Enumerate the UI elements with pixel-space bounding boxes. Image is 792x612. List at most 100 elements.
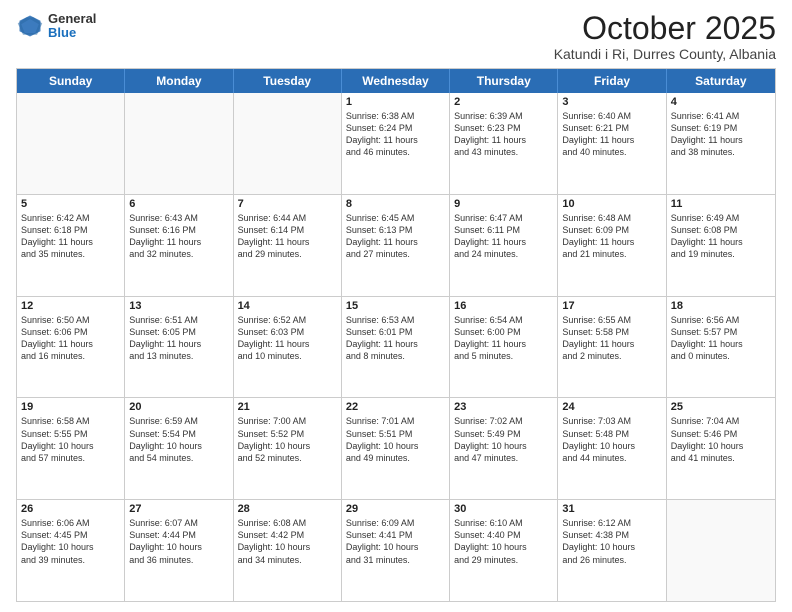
day-cell-26: 26 Sunrise: 6:06 AM Sunset: 4:45 PM Dayli…	[17, 500, 125, 601]
weekday-header-thursday: Thursday	[450, 69, 558, 93]
day-info: Sunrise: 6:12 AM Sunset: 4:38 PM Dayligh…	[562, 517, 661, 566]
day-info: Sunrise: 6:43 AM Sunset: 6:16 PM Dayligh…	[129, 212, 228, 261]
page: General Blue October 2025 Katundi i Ri, …	[0, 0, 792, 612]
day-number: 6	[129, 198, 228, 210]
day-info: Sunrise: 7:01 AM Sunset: 5:51 PM Dayligh…	[346, 415, 445, 464]
weekday-header-monday: Monday	[125, 69, 233, 93]
day-info: Sunrise: 7:04 AM Sunset: 5:46 PM Dayligh…	[671, 415, 771, 464]
logo-general-text: General	[48, 12, 96, 26]
empty-cell	[234, 93, 342, 194]
day-number: 11	[671, 198, 771, 210]
day-number: 23	[454, 401, 553, 413]
day-number: 5	[21, 198, 120, 210]
day-info: Sunrise: 6:40 AM Sunset: 6:21 PM Dayligh…	[562, 110, 661, 159]
day-number: 7	[238, 198, 337, 210]
day-cell-2: 2Sunrise: 6:39 AM Sunset: 6:23 PM Daylig…	[450, 93, 558, 194]
day-cell-29: 29Sunrise: 6:09 AM Sunset: 4:41 PM Dayli…	[342, 500, 450, 601]
day-info: Sunrise: 6:41 AM Sunset: 6:19 PM Dayligh…	[671, 110, 771, 159]
day-cell-10: 10 Sunrise: 6:48 AM Sunset: 6:09 PM Dayli…	[558, 195, 666, 296]
day-info: Sunrise: 6:39 AM Sunset: 6:23 PM Dayligh…	[454, 110, 553, 159]
calendar-row-1: 1 Sunrise: 6:38 AM Sunset: 6:24 PM Daylig…	[17, 93, 775, 195]
day-number: 8	[346, 198, 445, 210]
header: General Blue October 2025 Katundi i Ri, …	[16, 12, 776, 62]
day-info: Sunrise: 6:56 AM Sunset: 5:57 PM Dayligh…	[671, 314, 771, 363]
day-cell-21: 21 Sunrise: 7:00 AM Sunset: 5:52 PM Dayli…	[234, 398, 342, 499]
day-info: Sunrise: 6:06 AM Sunset: 4:45 PM Dayligh…	[21, 517, 120, 566]
day-number: 13	[129, 300, 228, 312]
day-number: 1	[346, 96, 445, 108]
weekday-header-friday: Friday	[558, 69, 666, 93]
day-cell-27: 27Sunrise: 6:07 AM Sunset: 4:44 PM Dayli…	[125, 500, 233, 601]
calendar-row-2: 5 Sunrise: 6:42 AM Sunset: 6:18 PM Daylig…	[17, 195, 775, 297]
day-info: Sunrise: 6:49 AM Sunset: 6:08 PM Dayligh…	[671, 212, 771, 261]
month-title: October 2025	[554, 12, 776, 44]
day-number: 4	[671, 96, 771, 108]
day-info: Sunrise: 6:10 AM Sunset: 4:40 PM Dayligh…	[454, 517, 553, 566]
day-info: Sunrise: 7:02 AM Sunset: 5:49 PM Dayligh…	[454, 415, 553, 464]
day-cell-30: 30 Sunrise: 6:10 AM Sunset: 4:40 PM Dayli…	[450, 500, 558, 601]
day-info: Sunrise: 6:50 AM Sunset: 6:06 PM Dayligh…	[21, 314, 120, 363]
day-cell-1: 1 Sunrise: 6:38 AM Sunset: 6:24 PM Daylig…	[342, 93, 450, 194]
subtitle: Katundi i Ri, Durres County, Albania	[554, 46, 776, 62]
day-cell-12: 12 Sunrise: 6:50 AM Sunset: 6:06 PM Dayli…	[17, 297, 125, 398]
calendar-row-4: 19Sunrise: 6:58 AM Sunset: 5:55 PM Dayli…	[17, 398, 775, 500]
day-cell-20: 20 Sunrise: 6:59 AM Sunset: 5:54 PM Dayli…	[125, 398, 233, 499]
day-number: 3	[562, 96, 661, 108]
day-info: Sunrise: 6:53 AM Sunset: 6:01 PM Dayligh…	[346, 314, 445, 363]
day-info: Sunrise: 6:45 AM Sunset: 6:13 PM Dayligh…	[346, 212, 445, 261]
day-cell-28: 28Sunrise: 6:08 AM Sunset: 4:42 PM Dayli…	[234, 500, 342, 601]
day-number: 10	[562, 198, 661, 210]
day-number: 15	[346, 300, 445, 312]
day-cell-6: 6 Sunrise: 6:43 AM Sunset: 6:16 PM Daylig…	[125, 195, 233, 296]
day-number: 24	[562, 401, 661, 413]
empty-cell	[17, 93, 125, 194]
day-number: 20	[129, 401, 228, 413]
day-number: 25	[671, 401, 771, 413]
day-cell-9: 9Sunrise: 6:47 AM Sunset: 6:11 PM Daylig…	[450, 195, 558, 296]
day-info: Sunrise: 6:52 AM Sunset: 6:03 PM Dayligh…	[238, 314, 337, 363]
day-cell-7: 7 Sunrise: 6:44 AM Sunset: 6:14 PM Daylig…	[234, 195, 342, 296]
day-number: 14	[238, 300, 337, 312]
day-cell-15: 15 Sunrise: 6:53 AM Sunset: 6:01 PM Dayli…	[342, 297, 450, 398]
day-cell-22: 22 Sunrise: 7:01 AM Sunset: 5:51 PM Dayli…	[342, 398, 450, 499]
day-info: Sunrise: 6:48 AM Sunset: 6:09 PM Dayligh…	[562, 212, 661, 261]
weekday-header-saturday: Saturday	[667, 69, 775, 93]
day-info: Sunrise: 6:38 AM Sunset: 6:24 PM Dayligh…	[346, 110, 445, 159]
day-number: 30	[454, 503, 553, 515]
day-number: 21	[238, 401, 337, 413]
empty-cell	[667, 500, 775, 601]
day-info: Sunrise: 6:44 AM Sunset: 6:14 PM Dayligh…	[238, 212, 337, 261]
day-cell-18: 18 Sunrise: 6:56 AM Sunset: 5:57 PM Dayli…	[667, 297, 775, 398]
day-number: 16	[454, 300, 553, 312]
day-info: Sunrise: 6:54 AM Sunset: 6:00 PM Dayligh…	[454, 314, 553, 363]
empty-cell	[125, 93, 233, 194]
day-number: 9	[454, 198, 553, 210]
day-info: Sunrise: 6:51 AM Sunset: 6:05 PM Dayligh…	[129, 314, 228, 363]
day-cell-5: 5 Sunrise: 6:42 AM Sunset: 6:18 PM Daylig…	[17, 195, 125, 296]
day-cell-25: 25 Sunrise: 7:04 AM Sunset: 5:46 PM Dayli…	[667, 398, 775, 499]
logo: General Blue	[16, 12, 96, 41]
day-number: 12	[21, 300, 120, 312]
calendar-body: 1 Sunrise: 6:38 AM Sunset: 6:24 PM Daylig…	[17, 93, 775, 601]
day-number: 22	[346, 401, 445, 413]
calendar: SundayMondayTuesdayWednesdayThursdayFrid…	[16, 68, 776, 602]
calendar-row-3: 12 Sunrise: 6:50 AM Sunset: 6:06 PM Dayli…	[17, 297, 775, 399]
day-number: 28	[238, 503, 337, 515]
logo-text: General Blue	[48, 12, 96, 41]
day-info: Sunrise: 7:00 AM Sunset: 5:52 PM Dayligh…	[238, 415, 337, 464]
day-number: 26	[21, 503, 120, 515]
weekday-header-sunday: Sunday	[17, 69, 125, 93]
day-cell-23: 23 Sunrise: 7:02 AM Sunset: 5:49 PM Dayli…	[450, 398, 558, 499]
day-cell-31: 31Sunrise: 6:12 AM Sunset: 4:38 PM Dayli…	[558, 500, 666, 601]
day-cell-17: 17Sunrise: 6:55 AM Sunset: 5:58 PM Dayli…	[558, 297, 666, 398]
day-number: 18	[671, 300, 771, 312]
day-number: 29	[346, 503, 445, 515]
day-info: Sunrise: 6:07 AM Sunset: 4:44 PM Dayligh…	[129, 517, 228, 566]
title-block: October 2025 Katundi i Ri, Durres County…	[554, 12, 776, 62]
logo-blue-text: Blue	[48, 26, 96, 40]
day-info: Sunrise: 6:59 AM Sunset: 5:54 PM Dayligh…	[129, 415, 228, 464]
calendar-row-5: 26 Sunrise: 6:06 AM Sunset: 4:45 PM Dayli…	[17, 500, 775, 601]
day-cell-8: 8 Sunrise: 6:45 AM Sunset: 6:13 PM Daylig…	[342, 195, 450, 296]
day-info: Sunrise: 6:42 AM Sunset: 6:18 PM Dayligh…	[21, 212, 120, 261]
day-info: Sunrise: 6:58 AM Sunset: 5:55 PM Dayligh…	[21, 415, 120, 464]
